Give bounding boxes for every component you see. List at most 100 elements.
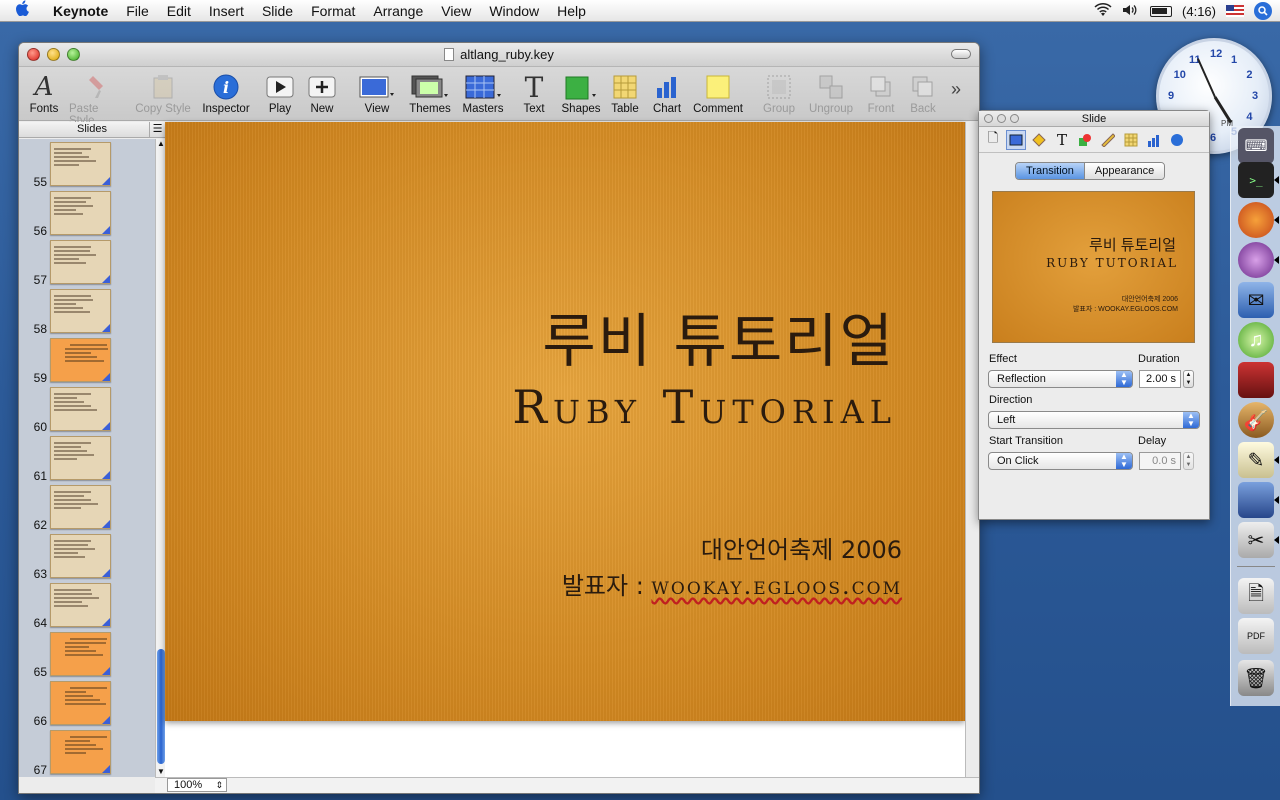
slide-thumbnail-row[interactable]: 65: [19, 629, 155, 679]
canvas-horizontal-scrollbar[interactable]: [155, 777, 979, 793]
slide-title-korean[interactable]: 루비 튜토리얼: [542, 294, 895, 378]
text-inspector-icon[interactable]: T: [1052, 130, 1072, 150]
slide-thumbnail-row[interactable]: 64: [19, 580, 155, 630]
paste-style-button[interactable]: Paste Style: [69, 73, 127, 127]
menu-format[interactable]: Format: [302, 3, 364, 19]
slides-navigator[interactable]: 55 56 57 58 59 60 61 62 63 64 65 66 67: [19, 139, 155, 777]
document-icon[interactable]: [444, 48, 455, 61]
slide-thumbnail-row[interactable]: 67: [19, 727, 155, 777]
slide-thumbnail-row[interactable]: 57: [19, 237, 155, 287]
group-button[interactable]: Group: [761, 73, 797, 115]
menu-edit[interactable]: Edit: [158, 3, 200, 19]
garageband-guitar-icon[interactable]: 🎸: [1238, 402, 1274, 438]
slide-thumbnail-row[interactable]: 66: [19, 678, 155, 728]
view-button[interactable]: View: [359, 73, 395, 115]
graphic-inspector-icon[interactable]: [1075, 130, 1095, 150]
slide-thumbnail-row[interactable]: 60: [19, 384, 155, 434]
inspector-zoom-button[interactable]: [1010, 114, 1019, 123]
duration-stepper[interactable]: ▲ ▼: [1183, 370, 1194, 388]
shapes-button[interactable]: Shapes: [562, 73, 601, 115]
slide-thumbnail-row[interactable]: 55: [19, 139, 155, 189]
metrics-inspector-icon[interactable]: [1098, 130, 1118, 150]
dvd-player-icon[interactable]: [1238, 362, 1274, 398]
menu-window[interactable]: Window: [480, 3, 548, 19]
text-button[interactable]: T Text: [519, 71, 549, 116]
effect-select[interactable]: Reflection ▲ ▼: [988, 370, 1133, 388]
apple-menu-icon[interactable]: [0, 0, 44, 21]
trash-icon[interactable]: 🗑: [1238, 660, 1274, 696]
spotlight-search-icon[interactable]: [1254, 2, 1272, 20]
firefox-icon[interactable]: [1238, 202, 1274, 238]
dock-app-icon[interactable]: ⌨: [1238, 128, 1274, 164]
direction-select[interactable]: Left ▲ ▼: [988, 411, 1200, 429]
volume-icon[interactable]: [1122, 3, 1140, 20]
zoom-select[interactable]: 100%: [167, 778, 227, 792]
document-stack-icon[interactable]: 🗎: [1238, 578, 1274, 614]
document-inspector-icon[interactable]: 🗋: [983, 130, 1003, 150]
slide-thumbnail[interactable]: [50, 436, 111, 480]
battery-time[interactable]: (4:16): [1182, 4, 1216, 19]
menu-insert[interactable]: Insert: [200, 3, 253, 19]
slide-thumbnail-row[interactable]: 56: [19, 188, 155, 238]
menu-keynote[interactable]: Keynote: [44, 3, 117, 19]
slide-thumbnail[interactable]: [50, 387, 111, 431]
table-button[interactable]: Table: [609, 73, 641, 115]
slides-scrollbar[interactable]: ▲ ▼: [155, 139, 165, 777]
toolbar-overflow-icon[interactable]: »: [951, 79, 961, 100]
slide-subtitle-festival[interactable]: 대안언어축제 2006: [701, 530, 902, 565]
ungroup-button[interactable]: Ungroup: [807, 73, 855, 115]
slide-thumbnail[interactable]: [50, 338, 111, 382]
slide-canvas[interactable]: 루비 튜토리얼 Ruby Tutorial 대안언어축제 2006 발표자 : …: [165, 122, 965, 777]
inspector-titlebar[interactable]: Slide: [979, 111, 1209, 127]
textedit-icon[interactable]: ✎: [1238, 442, 1274, 478]
themes-button[interactable]: Themes: [409, 73, 451, 115]
slide-thumbnail[interactable]: [50, 681, 111, 725]
bring-front-button[interactable]: Front: [865, 73, 897, 115]
inspector-minimize-button[interactable]: [997, 114, 1006, 123]
play-button[interactable]: Play: [265, 73, 295, 115]
slide-thumbnail[interactable]: [50, 142, 111, 186]
menu-file[interactable]: File: [117, 3, 158, 19]
hyperlink-inspector-icon[interactable]: [1167, 130, 1187, 150]
slide-subtitle-presenter[interactable]: 발표자 : wookay.egloos.com: [562, 566, 902, 601]
pdf-document-icon[interactable]: PDF: [1238, 618, 1274, 654]
slide-thumbnail[interactable]: [50, 583, 111, 627]
slide-thumbnail[interactable]: [50, 289, 111, 333]
zoom-button[interactable]: [67, 48, 80, 61]
terminal-icon[interactable]: >_: [1238, 162, 1274, 198]
tab-transition[interactable]: Transition: [1016, 163, 1084, 179]
inspector-close-button[interactable]: [984, 114, 993, 123]
new-slide-button[interactable]: New: [307, 73, 337, 115]
slide-thumbnail[interactable]: [50, 485, 111, 529]
slides-view-options-icon[interactable]: ☰: [149, 122, 165, 138]
slide-thumbnail-row[interactable]: 58: [19, 286, 155, 336]
start-transition-select[interactable]: On Click ▲ ▼: [988, 452, 1133, 470]
fonts-button[interactable]: A Fonts: [27, 72, 61, 115]
close-button[interactable]: [27, 48, 40, 61]
slide-thumbnail-row[interactable]: 63: [19, 531, 155, 581]
keynote-icon[interactable]: [1238, 482, 1274, 518]
duration-field[interactable]: 2.00 s: [1139, 370, 1181, 388]
tab-appearance[interactable]: Appearance: [1083, 163, 1165, 179]
delay-field[interactable]: 0.0 s: [1139, 452, 1181, 470]
masters-button[interactable]: Masters: [461, 73, 505, 115]
menu-arrange[interactable]: Arrange: [364, 3, 432, 19]
minimize-button[interactable]: [47, 48, 60, 61]
toolbar-toggle-button[interactable]: [951, 49, 971, 59]
battery-icon[interactable]: [1150, 5, 1173, 17]
slide-thumbnail-row[interactable]: 59: [19, 335, 155, 385]
us-flag-icon[interactable]: [1226, 5, 1244, 17]
slide-thumbnail[interactable]: [50, 240, 111, 284]
window-titlebar[interactable]: altlang_ruby.key: [19, 43, 979, 67]
browser-globe-icon[interactable]: [1238, 242, 1274, 278]
slide-title-english[interactable]: Ruby Tutorial: [512, 380, 897, 434]
menu-help[interactable]: Help: [548, 3, 595, 19]
send-back-button[interactable]: Back: [907, 73, 939, 115]
scrollbar-thumb[interactable]: [157, 649, 165, 764]
slide-thumbnail[interactable]: [50, 191, 111, 235]
delay-stepper[interactable]: ▲ ▼: [1183, 452, 1194, 470]
table-inspector-icon[interactable]: [1121, 130, 1141, 150]
chart-button[interactable]: Chart: [651, 73, 683, 115]
itunes-icon[interactable]: ♫: [1238, 322, 1274, 358]
slide-thumbnail-row[interactable]: 62: [19, 482, 155, 532]
